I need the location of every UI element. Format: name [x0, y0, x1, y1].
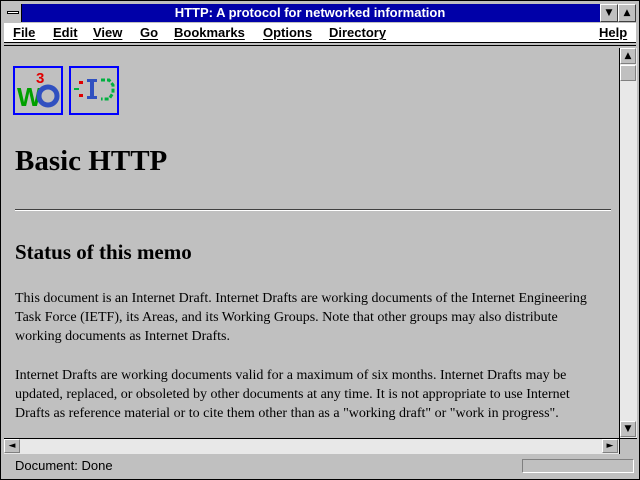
menu-help[interactable]: Help: [599, 23, 627, 42]
maximize-button[interactable]: ▲: [618, 4, 636, 22]
scroll-down-button[interactable]: ▼: [620, 421, 636, 437]
progress-indicator: [522, 459, 634, 473]
status-text: Document: Done: [15, 458, 113, 473]
ietf-logo-link[interactable]: [69, 66, 119, 115]
vertical-scroll-thumb[interactable]: [620, 65, 636, 81]
browser-window: HTTP: A protocol for networked informati…: [0, 0, 640, 480]
scrollbar-corner: [619, 438, 637, 454]
title-bar[interactable]: HTTP: A protocol for networked informati…: [4, 4, 636, 22]
paragraph-2: Internet Drafts are working documents va…: [15, 368, 570, 421]
menu-bar: File Edit View Go Bookmarks Options Dire…: [4, 23, 636, 43]
document-content[interactable]: W 3 Basic HTTP Status of this memo This …: [4, 48, 618, 438]
document-frame: W 3 Basic HTTP Status of this memo This …: [4, 45, 637, 454]
w3o-logo-link[interactable]: W 3: [13, 66, 63, 115]
menu-options[interactable]: Options: [263, 23, 312, 42]
menu-go[interactable]: Go: [140, 23, 158, 42]
minimize-button[interactable]: ▼: [600, 4, 618, 22]
system-menu-icon: [7, 11, 19, 14]
menu-bookmarks[interactable]: Bookmarks: [174, 23, 245, 42]
scroll-left-button[interactable]: ◄: [4, 439, 20, 453]
menu-edit[interactable]: Edit: [53, 23, 78, 42]
w3o-logo-icon: W 3: [17, 70, 60, 112]
scroll-right-button[interactable]: ►: [602, 439, 618, 453]
vertical-scrollbar[interactable]: ▲ ▼: [619, 48, 637, 438]
horizontal-scrollbar[interactable]: ◄ ►: [4, 438, 619, 454]
status-bar: Document: Done: [4, 456, 636, 476]
scroll-up-button[interactable]: ▲: [620, 48, 636, 64]
svg-text:3: 3: [36, 70, 44, 87]
ietf-logo-icon: [74, 78, 115, 101]
menu-file[interactable]: File: [13, 23, 35, 42]
window-title: HTTP: A protocol for networked informati…: [174, 5, 446, 20]
system-menu-button[interactable]: [4, 4, 22, 22]
paragraph-1: This document is an Internet Draft. Inte…: [15, 291, 587, 344]
section-title: Status of this memo: [15, 240, 192, 264]
page-title: Basic HTTP: [15, 145, 168, 177]
menu-view[interactable]: View: [93, 23, 122, 42]
horizontal-rule: [15, 209, 611, 211]
menu-directory[interactable]: Directory: [329, 23, 386, 42]
